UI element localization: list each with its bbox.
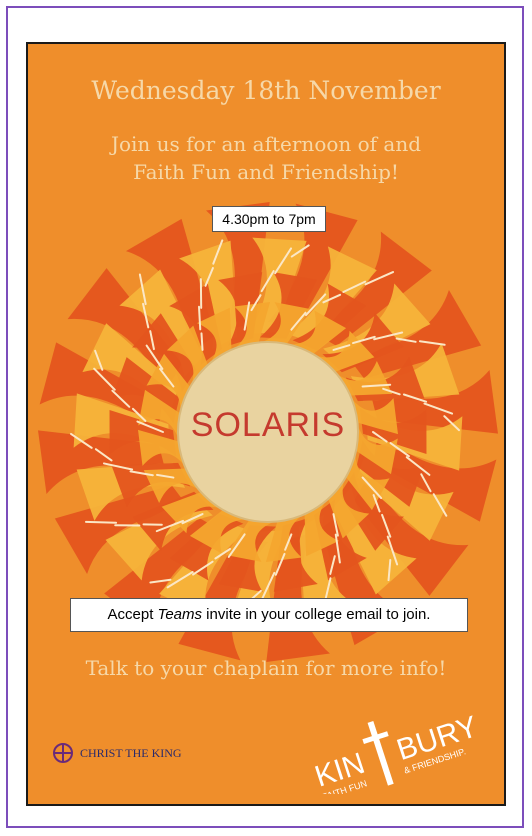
christ-the-king-label: CHRIST THE KING xyxy=(80,745,182,760)
christ-the-king-logo: CHRIST THE KING xyxy=(52,742,182,764)
kintbury-logo: KIN BURY FAITH FUN & FRIENDSHIP. xyxy=(311,710,482,794)
event-poster: Wednesday 18th November Join us for an a… xyxy=(26,42,506,806)
invite-line-1: Join us for an afternoon of and xyxy=(110,132,422,156)
invite-line-2: Faith Fun and Friendship! xyxy=(133,160,399,184)
teams-text-em: Teams xyxy=(157,606,203,623)
event-date: Wednesday 18th November xyxy=(91,76,441,105)
solaris-title: SOLARIS xyxy=(190,406,346,444)
teams-text-before: Accept xyxy=(107,606,158,623)
teams-instruction: Accept Teams invite in your college emai… xyxy=(70,598,468,632)
chaplain-note: Talk to your chaplain for more info! xyxy=(85,656,447,680)
cross-globe-icon xyxy=(53,743,73,763)
teams-text-after: invite in your college email to join. xyxy=(202,606,431,623)
time-box: 4.30pm to 7pm xyxy=(212,206,326,232)
